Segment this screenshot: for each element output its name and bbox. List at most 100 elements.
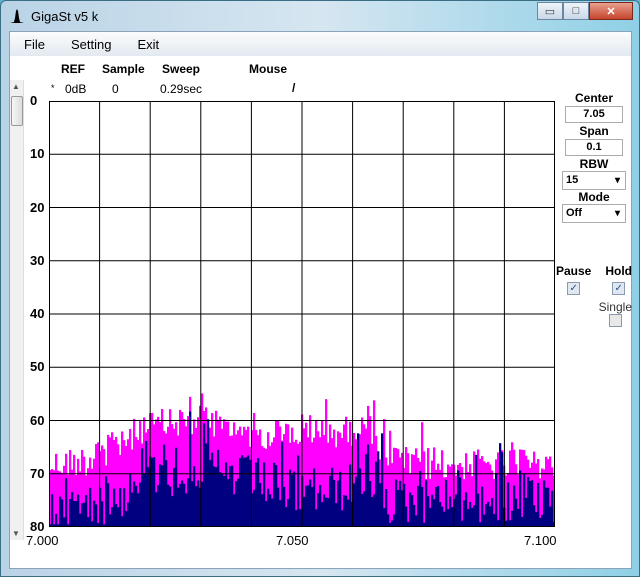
live-trace-bar (419, 471, 422, 527)
live-trace-bar (215, 467, 218, 527)
menu-file[interactable]: File (24, 37, 45, 52)
span-input[interactable]: 0.1 (565, 139, 623, 156)
live-trace-bar (189, 411, 192, 527)
hold-trace-bar (53, 470, 56, 527)
live-trace-bar (355, 476, 358, 527)
live-trace-bar (295, 510, 298, 527)
single-checkbox[interactable] (609, 314, 622, 327)
mouse-header: Mouse (249, 62, 288, 76)
live-trace-bar (319, 485, 322, 527)
span-label: Span (579, 124, 609, 138)
live-trace-bar (209, 460, 212, 527)
live-trace-bar (347, 499, 350, 527)
center-control: Center 7.05 Span 0.1 RBW 15 Mode Off (562, 91, 626, 223)
live-trace-bar (291, 474, 294, 527)
live-trace-bar (269, 494, 272, 527)
live-trace-bar (537, 482, 540, 527)
live-trace-bar (471, 507, 474, 527)
spectrum-plot[interactable] (49, 101, 555, 527)
live-trace-bar (535, 512, 538, 527)
live-trace-bar (203, 423, 206, 527)
live-trace-bar (463, 500, 466, 527)
y-tick-label: 50 (30, 359, 45, 375)
window-title: GigaSt v5 k (31, 8, 99, 24)
live-trace-bar (359, 468, 362, 527)
live-trace-bar (339, 471, 342, 527)
live-trace-bar (259, 483, 262, 527)
live-trace-bar (551, 490, 554, 527)
ref-marker: * (51, 83, 55, 93)
live-trace-bar (61, 499, 64, 527)
live-trace-bar (313, 468, 316, 527)
live-trace-bar (307, 485, 310, 527)
live-trace-bar (377, 451, 380, 527)
live-trace-bar (161, 465, 164, 527)
live-trace-bar (201, 481, 204, 527)
maximize-button[interactable]: □ (563, 2, 589, 20)
scroll-up-icon[interactable]: ▲ (12, 82, 20, 91)
live-trace-bar (425, 480, 428, 527)
live-trace-bar (337, 480, 340, 527)
center-label: Center (574, 91, 613, 105)
menu-exit[interactable]: Exit (137, 37, 159, 52)
checkbox-panel: Pause ✓ Hold ✓ Single (556, 264, 632, 332)
live-trace-bar (493, 514, 496, 527)
live-trace-bar (187, 478, 190, 527)
hold-trace-bar (91, 468, 94, 527)
x-tick-label: 7.100 (524, 533, 557, 548)
center-input[interactable]: 7.05 (565, 106, 623, 123)
mode-select[interactable]: Off (562, 204, 626, 223)
live-trace-bar (63, 517, 66, 527)
live-trace-bar (205, 443, 208, 527)
scroll-down-icon[interactable]: ▼ (12, 529, 20, 538)
live-trace-bar (255, 462, 258, 527)
live-trace-bar (429, 507, 432, 527)
menu-setting[interactable]: Setting (71, 37, 111, 52)
live-trace-bar (441, 506, 444, 527)
close-button[interactable]: ✕ (589, 2, 633, 20)
menu-bar: File Setting Exit (10, 32, 631, 56)
hold-trace-bar (103, 449, 106, 527)
live-trace-bar (165, 460, 168, 527)
live-trace-bar (211, 452, 214, 527)
live-trace-bar (343, 495, 346, 527)
live-trace-bar (297, 455, 300, 527)
live-trace-bar (79, 513, 82, 527)
live-trace-bar (87, 517, 90, 527)
live-trace-bar (221, 473, 224, 527)
live-trace-bar (381, 433, 384, 527)
live-trace-bar (325, 497, 328, 527)
live-trace-bar (345, 495, 348, 527)
rbw-select[interactable]: 15 (562, 171, 626, 190)
live-trace-bar (287, 498, 290, 527)
hold-trace-bar (461, 467, 464, 527)
live-trace-bar (175, 447, 178, 527)
live-trace-bar (445, 479, 448, 527)
pause-checkbox[interactable]: ✓ (567, 282, 581, 295)
live-trace-bar (529, 480, 532, 527)
live-trace-bar (107, 483, 110, 527)
sample-value: 0 (112, 82, 119, 96)
live-trace-bar (177, 487, 180, 527)
hold-checkbox[interactable]: ✓ (612, 282, 626, 295)
vertical-scrollbar[interactable]: ▲ ▼ (10, 80, 24, 540)
live-trace-bar (263, 462, 266, 527)
live-trace-bar (541, 514, 544, 527)
scroll-thumb[interactable] (11, 96, 23, 126)
live-trace-bar (509, 520, 512, 527)
live-trace-bar (225, 462, 228, 527)
live-trace-bar (367, 444, 370, 527)
live-trace-bar (373, 494, 376, 527)
live-trace-bar (51, 494, 54, 527)
live-trace-bar (495, 473, 498, 527)
live-trace-bar (223, 475, 226, 527)
live-trace-bar (309, 479, 312, 527)
live-trace-bar (271, 498, 274, 527)
live-trace-bar (371, 497, 374, 527)
live-trace-bar (417, 485, 420, 527)
live-trace-bar (427, 496, 430, 527)
live-trace-bar (435, 486, 438, 527)
pause-label: Pause (556, 264, 592, 278)
minimize-button[interactable]: ▭ (537, 2, 563, 20)
live-trace-bar (109, 514, 112, 527)
